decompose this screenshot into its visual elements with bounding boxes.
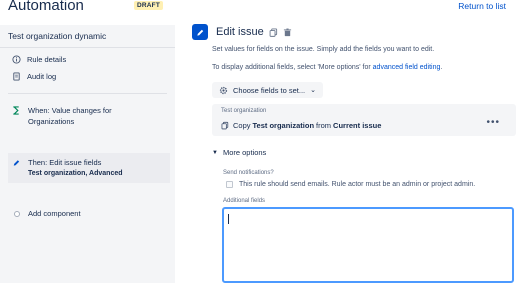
sidebar-item-rule-details[interactable]: Rule details xyxy=(12,55,66,64)
action-label: Then: Edit issue fields xyxy=(28,158,102,167)
trigger-icon xyxy=(13,106,19,115)
pencil-icon xyxy=(196,29,203,36)
field-label: Test organization xyxy=(221,108,267,114)
copy-icon xyxy=(221,121,229,130)
field-value: Copy Test organization from Current issu… xyxy=(221,121,383,130)
edit-issue-header: Edit issue xyxy=(192,24,292,40)
sidebar-item-label: Audit log xyxy=(27,72,57,81)
page-title: Automation xyxy=(8,0,84,14)
action-step[interactable]: Then: Edit issue fields Test organizatio… xyxy=(8,153,170,183)
additional-fields-input[interactable] xyxy=(222,207,514,283)
document-icon xyxy=(13,72,20,81)
draft-badge: DRAFT xyxy=(134,1,164,10)
edit-issue-title: Edit issue xyxy=(216,26,264,38)
return-to-list-link[interactable]: Return to list xyxy=(458,1,506,11)
advanced-hint-text: To display additional fields, select 'Mo… xyxy=(212,64,373,71)
edit-issue-badge xyxy=(192,24,208,40)
sidebar-divider xyxy=(8,93,167,94)
action-sub: Test organization, Advanced xyxy=(28,170,123,177)
edit-icon xyxy=(13,160,20,166)
from-word: from xyxy=(316,121,332,130)
field-card-test-organization: Test organization Copy Test organization… xyxy=(212,104,516,136)
gear-icon xyxy=(219,86,228,94)
choose-fields-label: Choose fields to set... xyxy=(233,85,306,95)
send-notifications-checkbox[interactable] xyxy=(226,181,233,188)
trash-icon[interactable] xyxy=(283,28,292,37)
send-notifications-text: This rule should send emails. Rule actor… xyxy=(239,181,476,188)
advanced-hint-suffix: . xyxy=(440,64,443,71)
copy-source: Current issue xyxy=(333,121,382,130)
send-notifications-label: Send notifications? xyxy=(223,170,274,176)
trigger-sub: Organizations xyxy=(28,117,75,126)
main-panel: Edit issue Set values for fields on the … xyxy=(188,18,516,283)
trigger-label: When: Value changes for xyxy=(28,106,112,115)
sidebar-item-label: Rule details xyxy=(27,55,67,64)
more-options-toggle[interactable]: ▼ More options xyxy=(212,148,266,157)
chevron-down-icon: ▼ xyxy=(212,149,218,156)
more-actions-icon[interactable]: ••• xyxy=(486,117,500,128)
additional-fields-label: Additional fields xyxy=(223,198,266,204)
choose-fields-button[interactable]: Choose fields to set... ⌄ xyxy=(212,82,323,98)
advanced-hint: To display additional fields, select 'Mo… xyxy=(212,64,442,71)
more-options-label: More options xyxy=(222,148,267,157)
text-caret xyxy=(228,214,229,224)
copy-word: Copy xyxy=(233,121,251,130)
send-notifications-row: This rule should send emails. Rule actor… xyxy=(226,181,475,188)
add-component-node-icon xyxy=(14,210,20,217)
chevron-down-icon: ⌄ xyxy=(310,87,316,94)
sidebar: Test organization dynamic Rule details A… xyxy=(0,25,175,283)
add-component-label: Add component xyxy=(28,209,81,218)
rule-name: Test organization dynamic xyxy=(0,25,175,48)
copy-icon[interactable] xyxy=(269,27,278,37)
sidebar-item-audit-log[interactable]: Audit log xyxy=(12,72,56,81)
edit-description: Set values for fields on the issue. Simp… xyxy=(212,46,435,53)
info-icon xyxy=(12,55,21,64)
add-component-button[interactable]: Add component xyxy=(14,209,81,218)
copied-field-name: Test organization xyxy=(252,121,315,130)
header: Automation DRAFT Return to list xyxy=(0,0,516,18)
trigger-step[interactable]: When: Value changes for Organizations xyxy=(8,105,170,129)
advanced-field-editing-link[interactable]: advanced field editing xyxy=(373,64,441,71)
